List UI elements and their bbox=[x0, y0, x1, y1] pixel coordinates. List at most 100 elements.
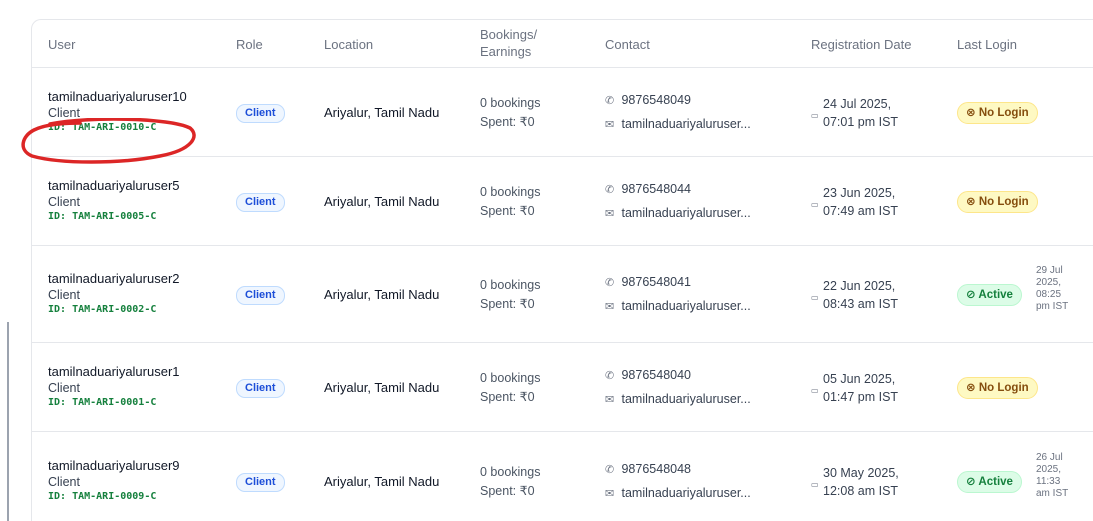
last-login-cell: ⊘ Active bbox=[957, 283, 1022, 306]
header-user[interactable]: User bbox=[48, 36, 75, 53]
last-login-cell: ⊗ No Login bbox=[957, 101, 1038, 124]
status-label: Active bbox=[978, 476, 1013, 488]
user-name[interactable]: tamilnaduariyaluruser5 bbox=[48, 177, 180, 194]
phone-icon: ✆ bbox=[605, 369, 615, 382]
phone-row[interactable]: ✆ 9876548044 bbox=[605, 178, 751, 202]
calendar-icon: ▭ bbox=[811, 110, 819, 120]
email-row[interactable]: ✉ tamilnaduariyaluruser... bbox=[605, 295, 751, 319]
email-row[interactable]: ✉ tamilnaduariyaluruser... bbox=[605, 113, 751, 137]
phone-row[interactable]: ✆ 9876548048 bbox=[605, 458, 751, 482]
role-cell: Client bbox=[236, 103, 285, 123]
mail-icon: ✉ bbox=[605, 118, 615, 131]
table-header: User Role Location Bookings/ Earnings Co… bbox=[32, 20, 1093, 68]
user-role-text: Client bbox=[48, 194, 80, 209]
spent-amount: Spent: ₹0 bbox=[480, 484, 535, 498]
status-badge: ⊘ Active bbox=[957, 471, 1022, 493]
header-bookings-line2: Earnings bbox=[480, 44, 532, 59]
registration-time: 01:47 pm IST bbox=[823, 389, 899, 404]
registration-time: 12:08 am IST bbox=[823, 484, 899, 498]
registration-cell: ▭ 22 Jun 2025, 08:43 am IST bbox=[811, 277, 898, 313]
calendar-icon: ▭ bbox=[811, 199, 819, 209]
scrollbar-edge[interactable] bbox=[7, 322, 9, 521]
circle-check-icon: ⊘ bbox=[966, 288, 976, 301]
status-label: Active bbox=[978, 288, 1013, 301]
last-login-date: 29 Jul 2025, 08:25 pm IST bbox=[1036, 264, 1069, 312]
phone-row[interactable]: ✆ 9876548049 bbox=[605, 89, 751, 113]
phone-number: 9876548044 bbox=[621, 181, 692, 196]
mail-icon: ✉ bbox=[605, 207, 615, 220]
status-badge: ⊗ No Login bbox=[957, 376, 1038, 399]
role-cell: Client bbox=[236, 192, 285, 212]
bookings-count: 0 bookings bbox=[480, 95, 541, 110]
user-cell: tamilnaduariyaluruser9 Client ID: TAM-AR… bbox=[48, 457, 180, 504]
header-location[interactable]: Location bbox=[324, 36, 373, 53]
user-id: ID: TAM-ARI-0001-C bbox=[48, 396, 157, 408]
spent-amount: Spent: ₹0 bbox=[480, 203, 535, 218]
user-name[interactable]: tamilnaduariyaluruser1 bbox=[48, 363, 180, 380]
header-role[interactable]: Role bbox=[236, 36, 263, 53]
role-badge: Client bbox=[236, 285, 285, 305]
header-bookings[interactable]: Bookings/ Earnings bbox=[480, 26, 537, 60]
registration-date: 30 May 2025, 12:08 am IST bbox=[823, 464, 899, 500]
mail-icon: ✉ bbox=[605, 300, 615, 313]
phone-row[interactable]: ✆ 9876548041 bbox=[605, 271, 751, 295]
user-id: ID: TAM-ARI-0005-C bbox=[48, 210, 157, 222]
registration-date: 23 Jun 2025, 07:49 am IST bbox=[823, 184, 898, 220]
email-address: tamilnaduariyaluruser... bbox=[621, 486, 751, 500]
circle-x-icon: ⊗ bbox=[966, 381, 976, 394]
contact-cell: ✆ 9876548049 ✉ tamilnaduariyaluruser... bbox=[605, 89, 751, 137]
email-row[interactable]: ✉ tamilnaduariyaluruser... bbox=[605, 482, 751, 506]
last-login-cell: ⊗ No Login bbox=[957, 376, 1038, 399]
bookings-count: 0 bookings bbox=[480, 184, 541, 199]
user-role-text: Client bbox=[48, 380, 80, 395]
email-row[interactable]: ✉ tamilnaduariyaluruser... bbox=[605, 202, 751, 226]
user-cell: tamilnaduariyaluruser2 Client ID: TAM-AR… bbox=[48, 270, 180, 317]
registration-time: 07:49 am IST bbox=[823, 203, 899, 218]
circle-x-icon: ⊗ bbox=[966, 106, 976, 119]
spent-amount: Spent: ₹0 bbox=[480, 389, 535, 404]
phone-number: 9876548041 bbox=[621, 274, 692, 289]
registration-cell: ▭ 24 Jul 2025, 07:01 pm IST bbox=[811, 95, 898, 131]
user-name[interactable]: tamilnaduariyaluruser10 bbox=[48, 88, 187, 105]
registration-cell: ▭ 23 Jun 2025, 07:49 am IST bbox=[811, 184, 898, 220]
contact-cell: ✆ 9876548041 ✉ tamilnaduariyaluruser... bbox=[605, 271, 751, 319]
bookings-cell: 0 bookings Spent: ₹0 bbox=[480, 183, 540, 221]
table-row[interactable]: tamilnaduariyaluruser1 Client ID: TAM-AR… bbox=[32, 343, 1093, 432]
user-role-text: Client bbox=[48, 475, 80, 489]
location-text: Ariyalur, Tamil Nadu bbox=[324, 193, 440, 209]
registration-date: 24 Jul 2025, 07:01 pm IST bbox=[823, 95, 898, 131]
email-address: tamilnaduariyaluruser... bbox=[621, 205, 751, 220]
role-badge: Client bbox=[236, 378, 285, 398]
user-role-text: Client bbox=[48, 287, 80, 302]
bookings-cell: 0 bookings Spent: ₹0 bbox=[480, 463, 540, 501]
phone-row[interactable]: ✆ 9876548040 bbox=[605, 364, 751, 388]
header-contact[interactable]: Contact bbox=[605, 36, 650, 53]
calendar-icon: ▭ bbox=[811, 385, 819, 395]
email-address: tamilnaduariyaluruser... bbox=[621, 116, 751, 131]
header-last-login[interactable]: Last Login bbox=[957, 36, 1017, 53]
bookings-cell: 0 bookings Spent: ₹0 bbox=[480, 276, 540, 314]
header-registration-date[interactable]: Registration Date bbox=[811, 36, 911, 53]
phone-number: 9876548049 bbox=[621, 92, 692, 107]
table-row[interactable]: tamilnaduariyaluruser2 Client ID: TAM-AR… bbox=[32, 246, 1093, 343]
registration-cell: ▭ 30 May 2025, 12:08 am IST bbox=[811, 464, 899, 500]
location-text: Ariyalur, Tamil Nadu bbox=[324, 286, 440, 302]
registration-date: 22 Jun 2025, 08:43 am IST bbox=[823, 277, 898, 313]
user-id: ID: TAM-ARI-0009-C bbox=[48, 491, 157, 502]
table-row[interactable]: tamilnaduariyaluruser9 Client ID: TAM-AR… bbox=[32, 432, 1093, 521]
user-name[interactable]: tamilnaduariyaluruser9 bbox=[48, 457, 180, 474]
role-cell: Client bbox=[236, 285, 285, 305]
calendar-icon: ▭ bbox=[811, 292, 819, 302]
contact-cell: ✆ 9876548044 ✉ tamilnaduariyaluruser... bbox=[605, 178, 751, 226]
mail-icon: ✉ bbox=[605, 488, 615, 500]
email-row[interactable]: ✉ tamilnaduariyaluruser... bbox=[605, 388, 751, 412]
last-login-cell: ⊘ Active bbox=[957, 471, 1022, 493]
header-bookings-line1: Bookings/ bbox=[480, 27, 538, 42]
registration-cell: ▭ 05 Jun 2025, 01:47 pm IST bbox=[811, 370, 898, 406]
user-id: ID: TAM-ARI-0002-C bbox=[48, 303, 157, 315]
phone-icon: ✆ bbox=[605, 94, 615, 107]
circle-check-icon: ⊘ bbox=[966, 476, 976, 488]
mail-icon: ✉ bbox=[605, 393, 615, 406]
role-cell: Client bbox=[236, 378, 285, 398]
user-name[interactable]: tamilnaduariyaluruser2 bbox=[48, 270, 180, 287]
